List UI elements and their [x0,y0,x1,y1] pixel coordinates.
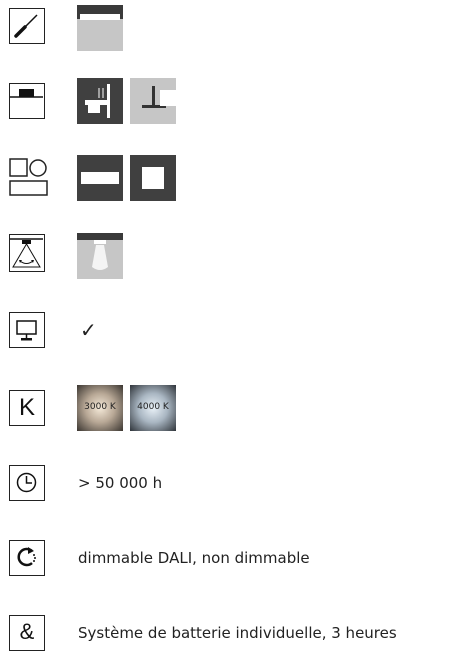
beam-angle-icon [9,234,45,272]
color-temp-label-4000k: 4000 K [137,402,169,412]
emergency-value: Système de batterie individuelle, 3 heur… [78,624,397,642]
shapes-icon [9,158,49,198]
color-temp-label-3000k: 3000 K [84,402,116,412]
ampersand-letter: & [19,619,35,644]
distribution-option-image [77,233,123,279]
installation-option-gray [130,78,176,124]
kelvin-letter: K [18,394,35,421]
installation-option-dark [77,78,123,124]
control-checkmark: ✓ [80,318,97,342]
screwdriver-icon [9,8,45,44]
color-temp-option-3000k: 3000 K [77,385,123,431]
recessed-ceiling-icon [9,83,45,119]
shape-option-rectangular [77,155,123,201]
mounting-option-image [77,5,123,51]
ampersand-icon: & [9,615,45,651]
kelvin-icon: K [9,390,45,426]
monitor-icon [9,312,45,348]
shape-option-square [130,155,176,201]
dimming-value: dimmable DALI, non dimmable [78,549,310,567]
color-temp-option-4000k: 4000 K [130,385,176,431]
dimming-icon [9,540,45,576]
lifetime-value: > 50 000 h [78,474,163,492]
clock-icon [9,465,45,501]
